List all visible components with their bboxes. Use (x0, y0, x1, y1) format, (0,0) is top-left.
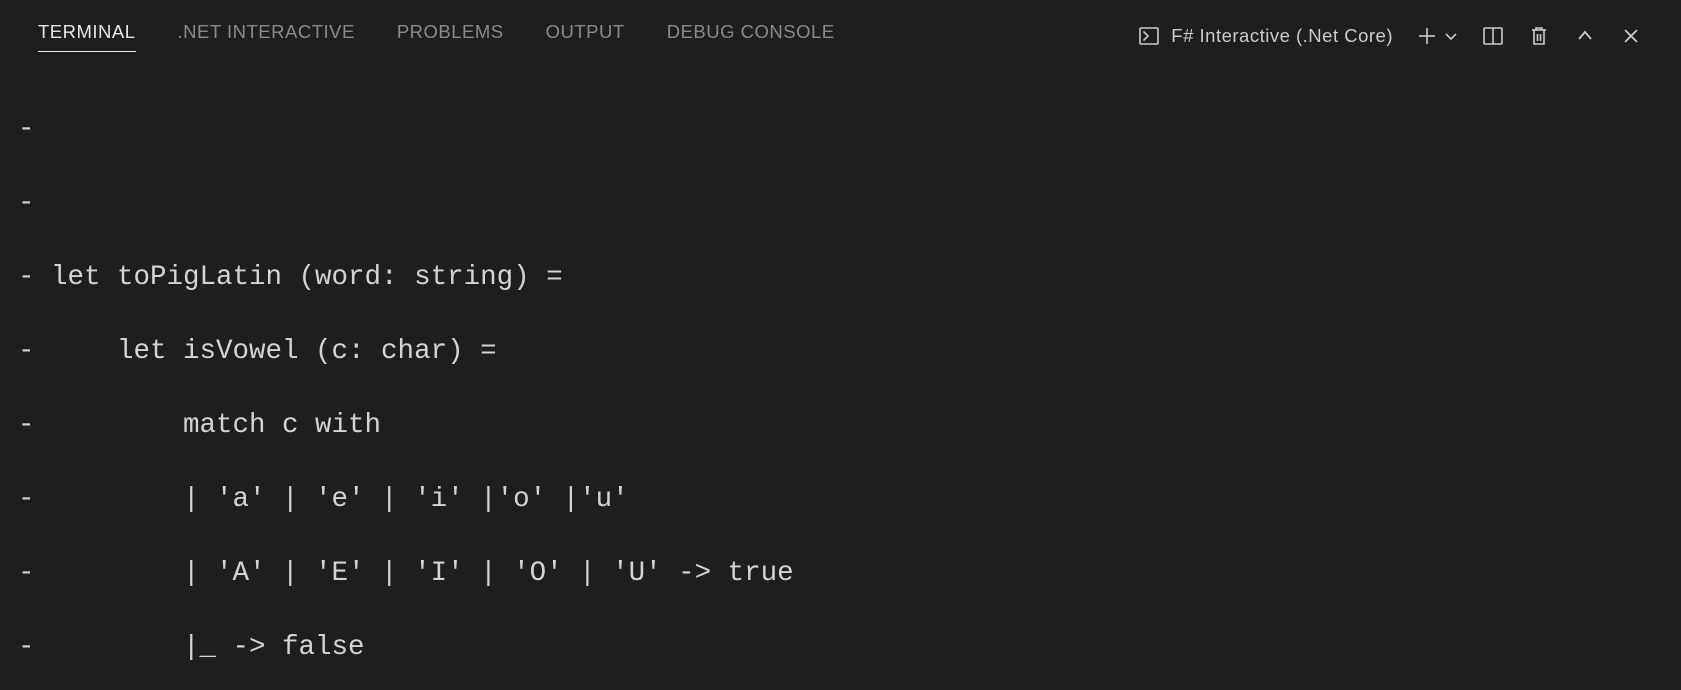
close-panel-button[interactable] (1619, 24, 1643, 48)
new-terminal-group (1415, 24, 1459, 48)
panel-tab-bar: TERMINAL .NET INTERACTIVE PROBLEMS OUTPU… (0, 14, 1681, 58)
tab-dotnet-interactive[interactable]: .NET INTERACTIVE (178, 21, 355, 52)
kill-terminal-button[interactable] (1527, 24, 1551, 48)
tab-output[interactable]: OUTPUT (546, 21, 625, 52)
terminal-line: - | 'A' | 'E' | 'I' | 'O' | 'U' -> true (18, 555, 1663, 592)
terminal-line: - match c with (18, 407, 1663, 444)
tab-problems[interactable]: PROBLEMS (397, 21, 504, 52)
terminal-output[interactable]: - - - let toPigLatin (word: string) = - … (0, 58, 1681, 690)
tab-debug-console[interactable]: DEBUG CONSOLE (667, 21, 835, 52)
terminal-line: - let toPigLatin (word: string) = (18, 259, 1663, 296)
terminal-line: - (18, 111, 1663, 148)
terminal-line: - | 'a' | 'e' | 'i' |'o' |'u' (18, 481, 1663, 518)
terminal-line: - |_ -> false (18, 629, 1663, 666)
panel-tabs: TERMINAL .NET INTERACTIVE PROBLEMS OUTPU… (38, 21, 1137, 52)
maximize-panel-button[interactable] (1573, 24, 1597, 48)
new-terminal-chevron[interactable] (1443, 24, 1459, 48)
terminal-profile-dropdown[interactable]: F# Interactive (.Net Core) (1137, 24, 1393, 48)
terminal-prompt-icon (1137, 24, 1161, 48)
terminal-panel: TERMINAL .NET INTERACTIVE PROBLEMS OUTPU… (0, 0, 1681, 690)
terminal-toolbar: F# Interactive (.Net Core) (1137, 24, 1643, 48)
terminal-profile-label: F# Interactive (.Net Core) (1171, 25, 1393, 47)
terminal-line: - let isVowel (c: char) = (18, 333, 1663, 370)
terminal-line: - (18, 185, 1663, 222)
tab-terminal[interactable]: TERMINAL (38, 21, 136, 52)
new-terminal-button[interactable] (1415, 24, 1439, 48)
split-terminal-button[interactable] (1481, 24, 1505, 48)
